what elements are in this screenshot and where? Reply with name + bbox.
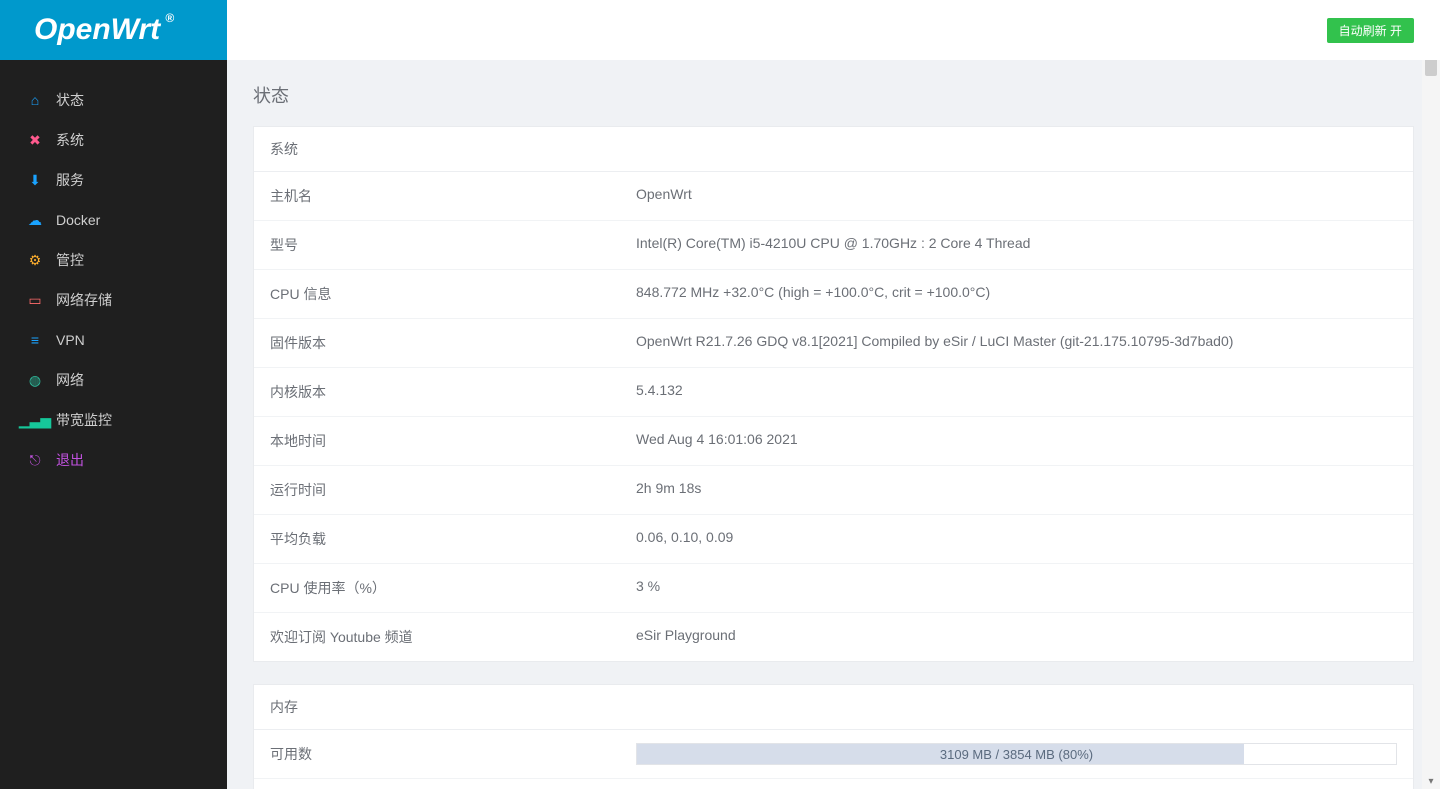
sidebar-item-7[interactable]: ◍ 网络: [0, 360, 227, 400]
row-key: 型号: [254, 221, 620, 269]
brand-trademark: ®: [165, 11, 174, 25]
table-row: 运行时间2h 9m 18s: [254, 465, 1413, 514]
list-icon: ≡: [26, 331, 44, 349]
tools-icon: ✖: [26, 131, 44, 149]
row-value: Intel(R) Core(TM) i5-4210U CPU @ 1.70GHz…: [620, 221, 1413, 269]
exit-icon: ⎋: [26, 451, 44, 469]
panel-system: 系统 主机名OpenWrt型号Intel(R) Core(TM) i5-4210…: [253, 126, 1414, 662]
table-row: 固件版本OpenWrt R21.7.26 GDQ v8.1[2021] Comp…: [254, 318, 1413, 367]
progress-cell: 111 MB / 3854 MB (2%): [620, 779, 1413, 789]
table-row: 本地时间Wed Aug 4 16:01:06 2021: [254, 416, 1413, 465]
table-row: 可用数 3109 MB / 3854 MB (80%): [254, 730, 1413, 778]
sidebar-item-2[interactable]: ⬇ 服务: [0, 160, 227, 200]
sidebar-item-9[interactable]: ⎋ 退出: [0, 440, 227, 480]
home-icon: ⌂: [26, 91, 44, 109]
sidebar-item-4[interactable]: ⚙ 管控: [0, 240, 227, 280]
row-value: OpenWrt R21.7.26 GDQ v8.1[2021] Compiled…: [620, 319, 1413, 367]
sidebar-item-3[interactable]: ☁ Docker: [0, 200, 227, 240]
sidebar-item-label: 退出: [56, 450, 84, 470]
row-value: eSir Playground: [620, 613, 1413, 661]
row-key: 已缓存: [254, 779, 620, 789]
sidebar-item-label: 状态: [56, 90, 84, 110]
cloud-icon: ☁: [26, 211, 44, 229]
row-value: 2h 9m 18s: [620, 466, 1413, 514]
row-key: 平均负载: [254, 515, 620, 563]
auto-refresh-button[interactable]: 自动刷新 开: [1327, 18, 1414, 43]
sidebar-item-5[interactable]: ▭ 网络存储: [0, 280, 227, 320]
content-scroll[interactable]: 状态 系统 主机名OpenWrt型号Intel(R) Core(TM) i5-4…: [227, 60, 1440, 789]
progress-bar: 3109 MB / 3854 MB (80%): [636, 743, 1397, 765]
row-key: CPU 使用率（%）: [254, 564, 620, 612]
sidebar-item-6[interactable]: ≡ VPN: [0, 320, 227, 360]
sidebar-item-label: VPN: [56, 332, 85, 348]
table-row: 型号Intel(R) Core(TM) i5-4210U CPU @ 1.70G…: [254, 220, 1413, 269]
brand-name: OpenWrt: [34, 13, 160, 46]
panel-system-title: 系统: [254, 127, 1413, 172]
drive-icon: ▭: [26, 291, 44, 309]
row-value: OpenWrt: [620, 172, 1413, 220]
download-icon: ⬇: [26, 171, 44, 189]
row-key: 欢迎订阅 Youtube 频道: [254, 613, 620, 661]
row-key: 内核版本: [254, 368, 620, 416]
row-key: 主机名: [254, 172, 620, 220]
sidebar-item-label: 网络: [56, 370, 84, 390]
progress-label: 3109 MB / 3854 MB (80%): [637, 744, 1396, 764]
sidebar-item-1[interactable]: ✖ 系统: [0, 120, 227, 160]
page-title: 状态: [253, 82, 1414, 108]
sidebar-item-8[interactable]: ▁▃▅ 带宽监控: [0, 400, 227, 440]
panel-memory-title: 内存: [254, 685, 1413, 730]
row-value: 3 %: [620, 564, 1413, 612]
gear-icon: ⚙: [26, 251, 44, 269]
sidebar-item-label: Docker: [56, 212, 100, 228]
sidebar-item-label: 带宽监控: [56, 410, 112, 430]
globe-icon: ◍: [26, 371, 44, 389]
progress-cell: 3109 MB / 3854 MB (80%): [620, 730, 1413, 778]
table-row: CPU 使用率（%）3 %: [254, 563, 1413, 612]
row-key: 运行时间: [254, 466, 620, 514]
brand[interactable]: OpenWrt ®: [0, 0, 227, 60]
row-value: 848.772 MHz +32.0°C (high = +100.0°C, cr…: [620, 270, 1413, 318]
chart-icon: ▁▃▅: [26, 411, 44, 429]
table-row: CPU 信息848.772 MHz +32.0°C (high = +100.0…: [254, 269, 1413, 318]
sidebar-item-label: 网络存储: [56, 290, 112, 310]
brand-text: OpenWrt®: [34, 13, 160, 47]
page-scrollbar[interactable]: ▴ ▾: [1422, 0, 1440, 789]
row-key: 可用数: [254, 730, 620, 778]
sidebar-item-label: 系统: [56, 130, 84, 150]
sidebar-item-label: 管控: [56, 250, 84, 270]
scroll-down-icon[interactable]: ▾: [1422, 776, 1440, 787]
row-key: 本地时间: [254, 417, 620, 465]
topbar: [227, 0, 1440, 60]
table-row: 主机名OpenWrt: [254, 172, 1413, 220]
sidebar: ⌂ 状态 ✖ 系统 ⬇ 服务 ☁ Docker ⚙ 管控 ▭ 网络存储 ≡ VPN ◍ 网络 ▁▃▅ 带宽监控 ⎋ 退…: [0, 60, 227, 789]
row-value: Wed Aug 4 16:01:06 2021: [620, 417, 1413, 465]
row-value: 0.06, 0.10, 0.09: [620, 515, 1413, 563]
row-value: 5.4.132: [620, 368, 1413, 416]
row-key: CPU 信息: [254, 270, 620, 318]
table-row: 欢迎订阅 Youtube 频道eSir Playground: [254, 612, 1413, 661]
sidebar-item-label: 服务: [56, 170, 84, 190]
row-key: 固件版本: [254, 319, 620, 367]
table-row: 内核版本5.4.132: [254, 367, 1413, 416]
sidebar-item-0[interactable]: ⌂ 状态: [0, 80, 227, 120]
table-row: 平均负载0.06, 0.10, 0.09: [254, 514, 1413, 563]
panel-memory: 内存 可用数 3109 MB / 3854 MB (80%) 已缓存111 MB /…: [253, 684, 1414, 789]
table-row: 已缓存111 MB / 3854 MB (2%): [254, 778, 1413, 789]
